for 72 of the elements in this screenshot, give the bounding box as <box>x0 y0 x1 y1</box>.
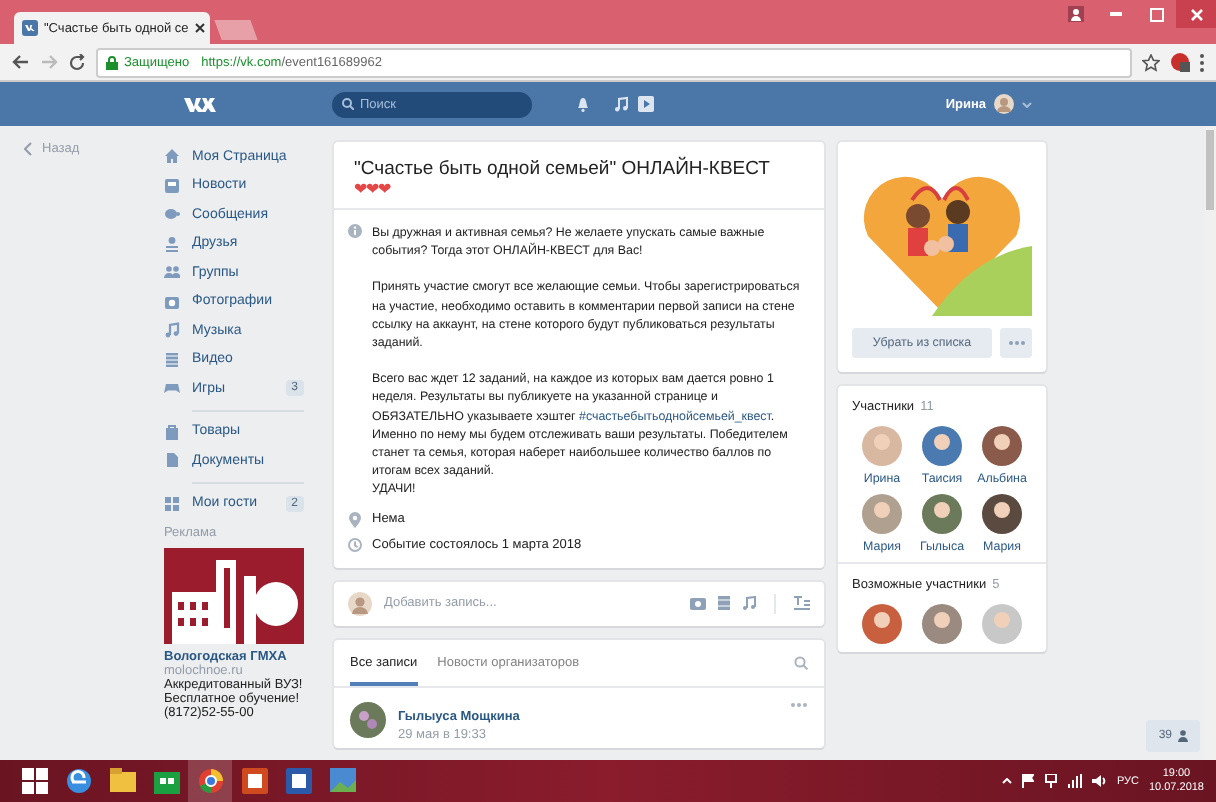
avatar-icon <box>982 494 1022 534</box>
picture-icon <box>329 768 355 794</box>
avatar-icon[interactable] <box>350 701 386 738</box>
text-format-icon[interactable] <box>794 596 810 611</box>
flag-icon[interactable] <box>1022 774 1035 788</box>
extension-icon[interactable] <box>1170 52 1190 72</box>
avatar-icon <box>922 426 962 466</box>
avatar-icon <box>921 494 962 534</box>
vk-logo-icon <box>22 20 38 36</box>
newspaper-icon <box>164 177 180 194</box>
arrow-left-icon <box>12 54 30 70</box>
avatar-icon[interactable] <box>922 604 962 644</box>
avatar-icon <box>348 591 372 616</box>
document-icon <box>164 452 180 469</box>
close-window-button[interactable] <box>1176 0 1216 28</box>
film-icon <box>164 351 180 368</box>
location-pin-icon <box>348 511 362 528</box>
avatar-icon[interactable] <box>862 604 902 644</box>
search-icon <box>342 98 354 110</box>
info-icon <box>348 224 362 238</box>
minimize-icon <box>1110 12 1122 16</box>
star-icon[interactable] <box>1142 53 1160 71</box>
signal-icon[interactable] <box>1068 774 1083 788</box>
avatar-icon <box>994 94 1014 114</box>
vk-logo-icon[interactable] <box>184 95 216 113</box>
folder-icon <box>109 768 135 794</box>
maximize-icon <box>1149 7 1163 21</box>
music-note-icon[interactable] <box>614 96 628 112</box>
lock-icon <box>106 55 118 69</box>
reload-button[interactable] <box>68 53 86 71</box>
chevron-left-icon <box>24 142 32 156</box>
avatar-icon <box>981 426 1022 466</box>
close-icon[interactable] <box>194 22 207 34</box>
slides-icon <box>241 768 267 794</box>
clock-icon <box>348 537 362 552</box>
scrollbar-thumb[interactable] <box>1206 130 1214 210</box>
taskbar-button[interactable] <box>188 760 232 802</box>
avatar-icon <box>862 426 902 466</box>
grid-icon <box>164 495 180 512</box>
arrow-right-icon <box>40 54 58 70</box>
person-icon <box>1178 730 1188 742</box>
more-icon <box>1007 340 1025 346</box>
close-icon <box>1189 7 1203 21</box>
browser-circle-icon <box>197 768 223 794</box>
bag-icon <box>164 423 180 440</box>
camera-icon[interactable] <box>690 596 706 611</box>
person-icon <box>164 235 180 252</box>
back-button[interactable] <box>12 54 30 70</box>
hearts-emoji: ❤❤❤ <box>354 180 393 198</box>
bell-icon[interactable] <box>576 96 590 112</box>
building-drawing[interactable] <box>164 548 304 644</box>
house-icon <box>164 148 180 165</box>
windows-logo-icon <box>21 768 47 794</box>
music-note-icon <box>164 322 180 339</box>
chevron-up-icon[interactable] <box>1002 778 1013 784</box>
network-icon[interactable] <box>1044 774 1059 788</box>
people-icon <box>164 264 180 281</box>
camera-icon <box>164 293 180 310</box>
play-icon[interactable] <box>638 96 654 112</box>
person-icon <box>1068 6 1084 22</box>
store-bag-icon <box>153 768 179 794</box>
chevron-down-icon <box>1022 101 1032 107</box>
speaker-icon[interactable] <box>1092 774 1107 788</box>
document-w-icon <box>285 768 311 794</box>
film-icon[interactable] <box>718 596 730 611</box>
music-note-icon[interactable] <box>742 596 756 611</box>
event-title: "Счастье быть одной семьей" ОНЛАЙН-КВЕСТ <box>354 158 772 180</box>
browser-e-icon <box>65 768 91 794</box>
gamepad-icon <box>164 380 180 397</box>
chat-bubble-icon <box>164 206 180 223</box>
avatar-icon <box>862 494 902 534</box>
reload-icon <box>68 53 86 71</box>
